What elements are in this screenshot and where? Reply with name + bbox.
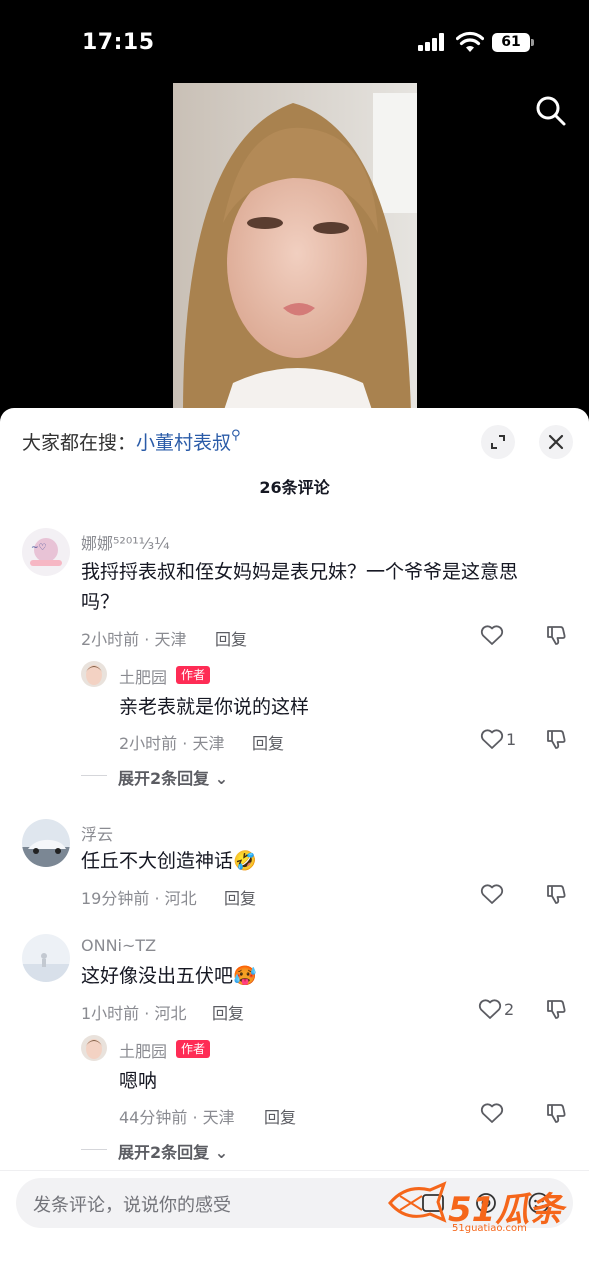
reply-button[interactable]: 回复: [252, 730, 284, 754]
comment-text: 这好像没出五伏吧🥵: [81, 965, 257, 987]
comment-username[interactable]: 浮云: [81, 821, 113, 845]
expand-replies-button[interactable]: 展开2条回复 ⌄: [118, 765, 228, 789]
signal-icon: [418, 33, 448, 51]
reply-button[interactable]: 回复: [264, 1104, 296, 1128]
expand-divider: [81, 775, 107, 776]
dislike-icon[interactable]: [545, 728, 567, 750]
comment-meta: 19分钟前 · 河北: [81, 889, 197, 908]
close-icon: [548, 434, 564, 450]
reply-button[interactable]: 回复: [212, 1000, 244, 1024]
battery-icon: 61: [492, 33, 530, 52]
close-button[interactable]: [539, 425, 573, 459]
status-time: 17:15: [82, 30, 155, 55]
divider: [0, 1170, 589, 1171]
video-frame: [173, 83, 417, 413]
chevron-down-icon: ⌄: [214, 769, 229, 788]
avatar[interactable]: ~♡: [22, 528, 70, 576]
heart-icon[interactable]: [480, 624, 504, 646]
comment-text-line: 吗？: [81, 591, 120, 613]
heart-icon[interactable]: [478, 998, 502, 1020]
dislike-icon[interactable]: [545, 998, 567, 1020]
watermark-url: 51guatiao.com: [452, 1223, 527, 1234]
comment-count: 26条评论: [259, 478, 330, 497]
reply-meta: 44分钟前 · 天津: [119, 1108, 235, 1127]
expand-replies-label: 展开2条回复: [118, 769, 210, 788]
reply-username[interactable]: 土肥园: [119, 664, 167, 688]
heart-icon[interactable]: [480, 728, 504, 750]
like-count: 2: [504, 1000, 515, 1019]
comment-username[interactable]: 娜娜⁵²⁰¹⅓¼: [81, 530, 170, 554]
dislike-icon[interactable]: [545, 1102, 567, 1124]
expand-replies-button[interactable]: 展开2条回复 ⌄: [118, 1139, 228, 1163]
reply-button[interactable]: 回复: [224, 885, 256, 909]
watermark-logo: 51瓜条 51guatiao.com: [386, 1180, 572, 1240]
search-icon[interactable]: [534, 94, 568, 128]
expand-button[interactable]: [481, 425, 515, 459]
reply-username[interactable]: 土肥园: [119, 1038, 167, 1062]
reply-meta: 2小时前 · 天津: [119, 734, 225, 753]
comment-username[interactable]: ONNi~TZ: [81, 936, 156, 955]
reply-text: 嗯呐: [119, 1070, 158, 1092]
video-player[interactable]: [173, 83, 417, 413]
reply-avatar[interactable]: [81, 661, 107, 687]
small-search-icon: ⚲: [231, 428, 241, 443]
avatar[interactable]: [22, 819, 70, 867]
battery-tip: [531, 39, 534, 46]
heart-icon[interactable]: [480, 1102, 504, 1124]
reply-text: 亲老表就是你说的这样: [119, 696, 310, 718]
author-badge: 作者: [176, 1040, 211, 1058]
dislike-icon[interactable]: [545, 624, 567, 646]
dislike-icon[interactable]: [545, 883, 567, 905]
chevron-down-icon: ⌄: [214, 1143, 229, 1162]
avatar[interactable]: [22, 934, 70, 982]
reply-button[interactable]: 回复: [215, 626, 247, 650]
comment-text: 我捋捋表叔和侄女妈妈是表兄妹？一个爷爷是这意思 吗？: [81, 557, 561, 617]
comment-meta: 1小时前 · 河北: [81, 1004, 187, 1023]
svg-text:~♡: ~♡: [31, 543, 47, 553]
hot-search-prefix: 大家都在搜：: [22, 432, 137, 454]
comment-input-placeholder: 发条评论，说说你的感受: [33, 1195, 231, 1216]
comment-text-line: 我捋捋表叔和侄女妈妈是表兄妹？一个爷爷是这意思: [81, 561, 519, 583]
comment-sheet: 大家都在搜：小董村表叔⚲ 26条评论 ~♡ 娜娜⁵²⁰¹⅓¼ 我捋捋表叔和侄女妈…: [0, 408, 589, 1280]
reply-avatar[interactable]: [81, 1035, 107, 1061]
hot-search-bar[interactable]: 大家都在搜：小董村表叔⚲: [22, 428, 241, 455]
author-badge: 作者: [176, 666, 211, 684]
expand-replies-label: 展开2条回复: [118, 1143, 210, 1162]
like-count: 1: [506, 730, 517, 749]
comment-meta: 2小时前 · 天津: [81, 630, 187, 649]
expand-icon: [491, 435, 505, 449]
heart-icon[interactable]: [480, 883, 504, 905]
status-bar: 17:15 61: [0, 0, 589, 82]
expand-divider: [81, 1149, 107, 1150]
hot-search-keyword[interactable]: 小董村表叔: [136, 432, 231, 454]
fish-logo-icon: [388, 1181, 447, 1223]
wifi-icon: [456, 31, 484, 52]
comment-text: 任丘不大创造神话🤣: [81, 850, 257, 872]
